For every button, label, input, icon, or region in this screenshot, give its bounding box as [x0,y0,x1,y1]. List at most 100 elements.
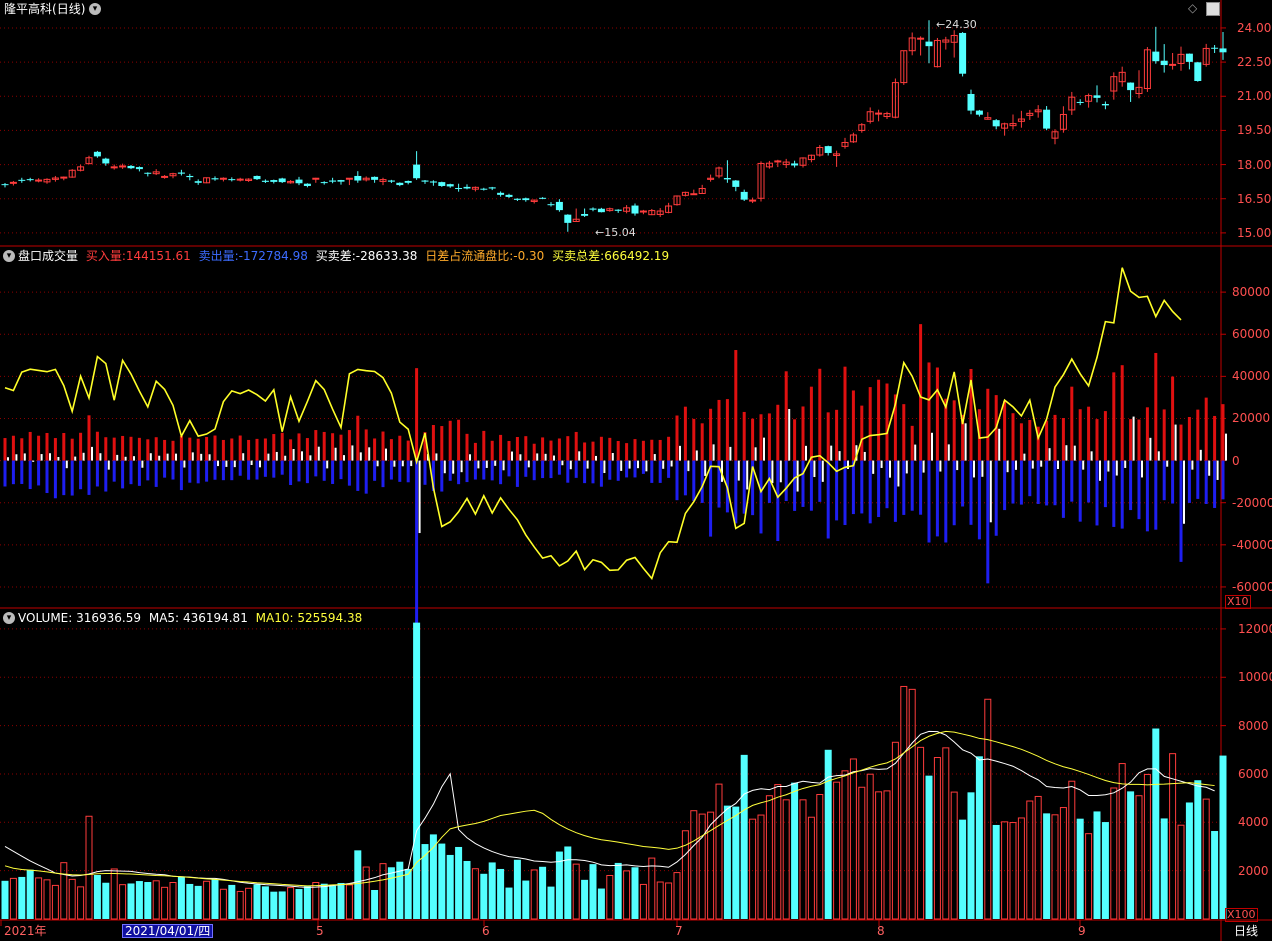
sell-volume-bar [986,460,990,584]
volume-bar-up [572,863,580,920]
buy-volume-bar [112,437,116,461]
volume-bar-down [522,880,530,919]
volume-bar-down [463,860,471,919]
sell-volume-bar [650,460,654,483]
volume-bar-down [513,859,521,919]
diff-bar [1082,460,1085,470]
candle-body-down [564,214,572,223]
candle-body-down [135,167,143,170]
scroll-handle[interactable] [1206,2,1220,16]
buy-volume-bar [163,439,167,461]
volume-bar-down [1194,780,1202,919]
diff-bar [998,428,1001,461]
diff-bar [502,460,505,471]
candle-body-up [749,199,757,202]
sell-volume-bar [532,460,536,481]
volume-bar-down [186,883,194,919]
low-price-value: 15.04 [604,226,636,239]
buy-volume-bar [1019,423,1023,461]
sell-volume-bar [331,460,335,484]
candle-body-down [337,180,345,182]
buy-volume-bar [1103,411,1107,461]
sell-volume-bar [1061,460,1065,518]
diff-bar [729,446,732,461]
sell-volume-bar [515,460,519,487]
buy-volume-bar [599,436,603,461]
volume-bar-up [35,877,43,920]
buy-volume-bar [431,424,435,461]
sell-volume-bar [196,460,200,484]
circle-chevron-down-icon[interactable]: ▾ [3,250,15,262]
diff-bar [754,447,757,461]
sell-volume-bar [574,460,578,478]
sell-volume-bar [457,460,461,485]
sell-volume-bar [398,460,402,482]
sell-volume-bar [20,460,24,484]
candle-body-up [774,160,782,163]
sell-volume-bar [137,460,141,486]
volume-bar-down [18,876,26,919]
buy-volume-bar [280,432,284,461]
volume-bar-down [564,846,572,919]
diff-bar [1090,451,1093,461]
sell-volume-bar [314,460,318,477]
sell-volume-bar [79,460,83,490]
diff-bar [645,460,648,472]
candle-body-down [329,180,337,182]
diff-bar [376,460,379,467]
chart-canvas[interactable] [0,0,1272,941]
buy-volume-bar [1179,424,1183,461]
buy-volume-bar [1112,372,1116,461]
diff-bar [1031,460,1034,469]
volume-bar-up [690,810,698,920]
volume-bar-down [1127,791,1135,919]
volume-bar-down [144,882,152,919]
diff-bar [225,460,228,467]
volume-bar-up [312,881,320,920]
volume-bar-up [68,878,76,920]
volume-bar-up [774,784,782,920]
buy-volume-bar [616,441,620,461]
sell-volume-bar [776,460,780,542]
volume-bar-up [639,883,647,920]
diff-bar [821,460,824,482]
circle-chevron-down-icon[interactable]: ▾ [89,3,101,15]
high-price-label: ←24.30 [936,18,977,31]
diamond-icon[interactable]: ◇ [1188,1,1197,15]
sell-volume-bar [616,460,620,481]
volume-bar-up [917,746,925,920]
candle-body-down [421,180,429,182]
buy-volume-bar [793,419,797,461]
ratio-value: -0.30 [513,249,545,263]
volume-bar-up [530,869,538,920]
volume-bar-up [799,799,807,920]
buy-volume-bar [205,437,209,461]
sell-volume-bar [902,460,906,515]
sell-volume-bar [381,460,385,488]
buy-volume-bar [70,438,74,461]
candle-body-up [35,179,43,182]
volume-bar-up [471,868,479,920]
diff-bar [7,457,9,461]
buy-volume-bar [591,441,595,461]
buy-volume-bar [104,437,108,461]
diff-bar [158,455,161,461]
buy-volume-bar [28,431,32,461]
sell-volume-bar [1129,460,1133,511]
period-tab[interactable]: 日线 [1234,924,1258,938]
buy-volume-bar [826,412,830,461]
sell-volume-bar [247,460,251,480]
x-label-jul: 7 [675,924,683,938]
circle-chevron-down-icon[interactable]: ▾ [3,612,15,624]
sell-volume-bar [238,460,242,476]
diff-bar [889,460,891,478]
volume-bar-down [261,886,269,919]
diff-bar [905,460,908,474]
candle-body-up [312,177,320,180]
diff-bar [1166,460,1169,467]
diff-bar [1199,449,1202,461]
candle-body-down [791,163,799,166]
candle-body-down [463,186,471,189]
diff-bar [477,460,480,469]
sell-volume-bar [969,460,973,525]
